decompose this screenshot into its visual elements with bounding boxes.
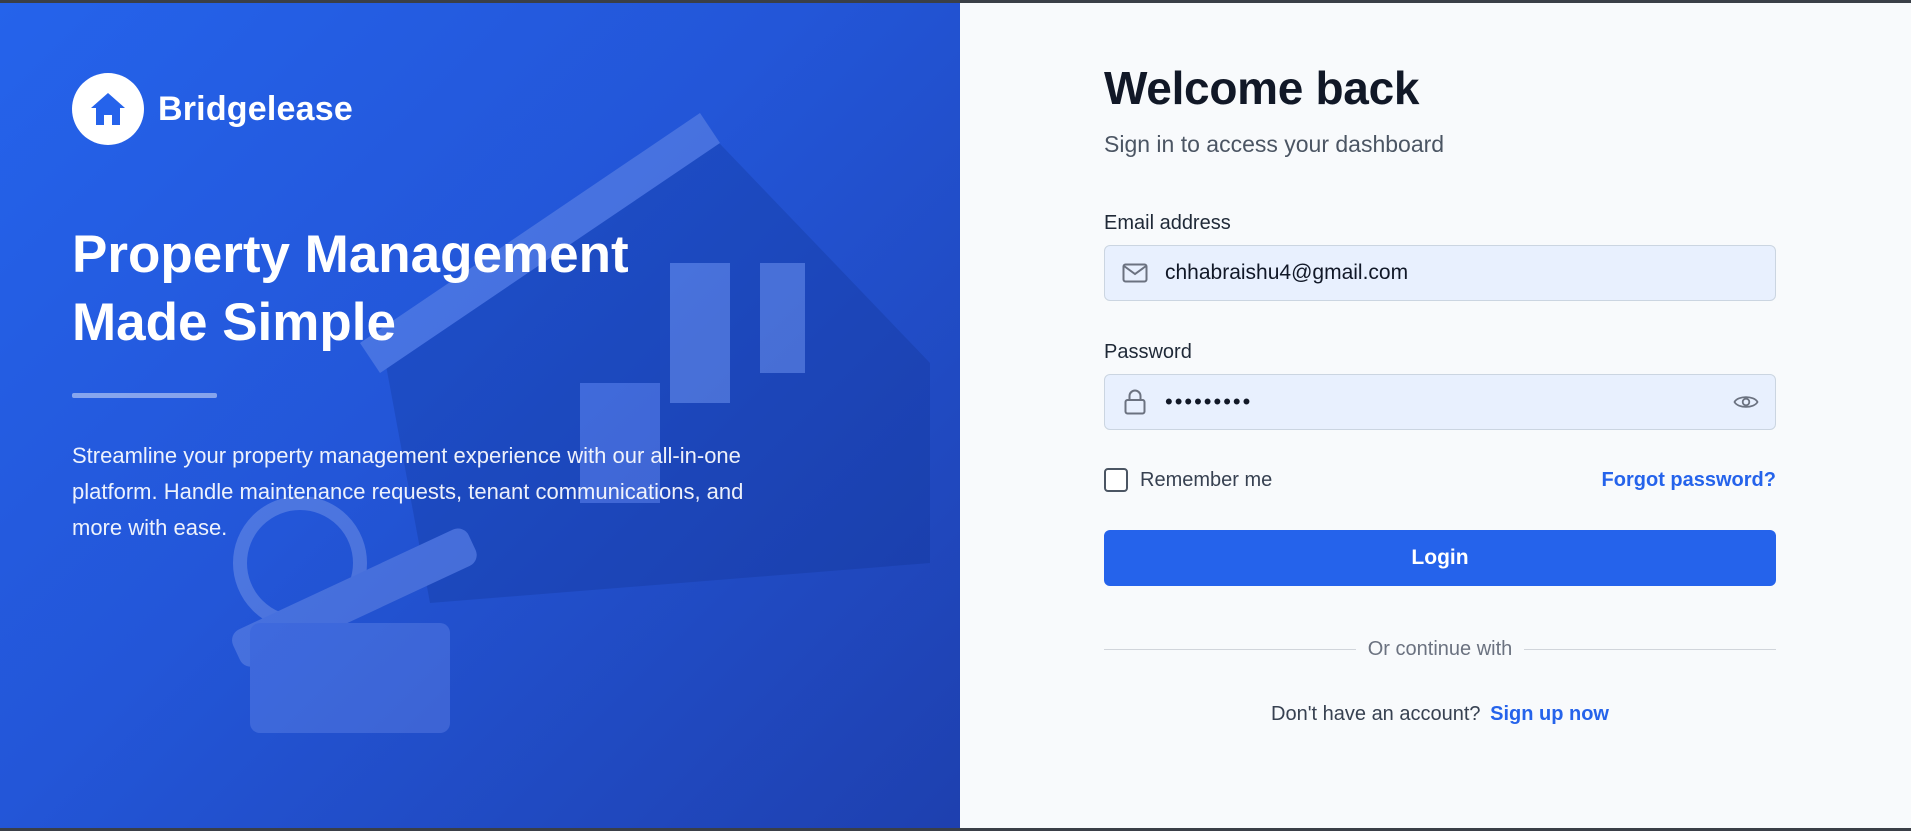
hero-description: Streamline your property management expe… — [72, 443, 744, 540]
signup-link[interactable]: Sign up now — [1490, 703, 1609, 725]
login-page: Bridgelease Property Management Made Sim… — [0, 3, 1911, 828]
hero-title: Property Management Made Simple — [72, 225, 629, 352]
page-title: Welcome back — [1104, 62, 1420, 114]
password-field[interactable] — [1165, 375, 1717, 429]
divider: Or continue with — [1104, 638, 1777, 661]
login-form: Welcome back Sign in to access your dash… — [1104, 61, 1777, 726]
login-button[interactable]: Login — [1104, 530, 1776, 586]
login-panel: Welcome back Sign in to access your dash… — [960, 3, 1911, 828]
password-label: Password — [1104, 341, 1192, 363]
hero-divider — [72, 393, 217, 398]
email-field[interactable] — [1165, 246, 1775, 300]
remember-checkbox[interactable] — [1104, 468, 1128, 492]
remember-me[interactable]: Remember me — [1104, 468, 1272, 492]
eye-icon[interactable] — [1717, 393, 1775, 411]
password-field-wrapper — [1104, 374, 1776, 430]
options-row: Remember me Forgot password? — [1104, 468, 1776, 492]
divider-text: Or continue with — [1367, 638, 1513, 660]
remember-label: Remember me — [1140, 468, 1273, 491]
page-subtitle: Sign in to access your dashboard — [1104, 131, 1445, 157]
house-icon — [72, 73, 144, 145]
email-field-wrapper — [1104, 245, 1776, 301]
divider-line-left — [1104, 649, 1356, 650]
brand: Bridgelease — [72, 73, 960, 145]
signup-row: Don't have an account? Sign up now — [1104, 703, 1776, 726]
email-label: Email address — [1104, 212, 1231, 234]
lock-icon — [1105, 389, 1165, 415]
brand-name: Bridgelease — [158, 89, 353, 128]
divider-line-right — [1524, 649, 1777, 650]
hero-panel: Bridgelease Property Management Made Sim… — [0, 3, 960, 828]
forgot-password-link[interactable]: Forgot password? — [1602, 469, 1776, 492]
signup-prompt: Don't have an account? — [1271, 703, 1481, 725]
mail-icon — [1105, 263, 1165, 283]
